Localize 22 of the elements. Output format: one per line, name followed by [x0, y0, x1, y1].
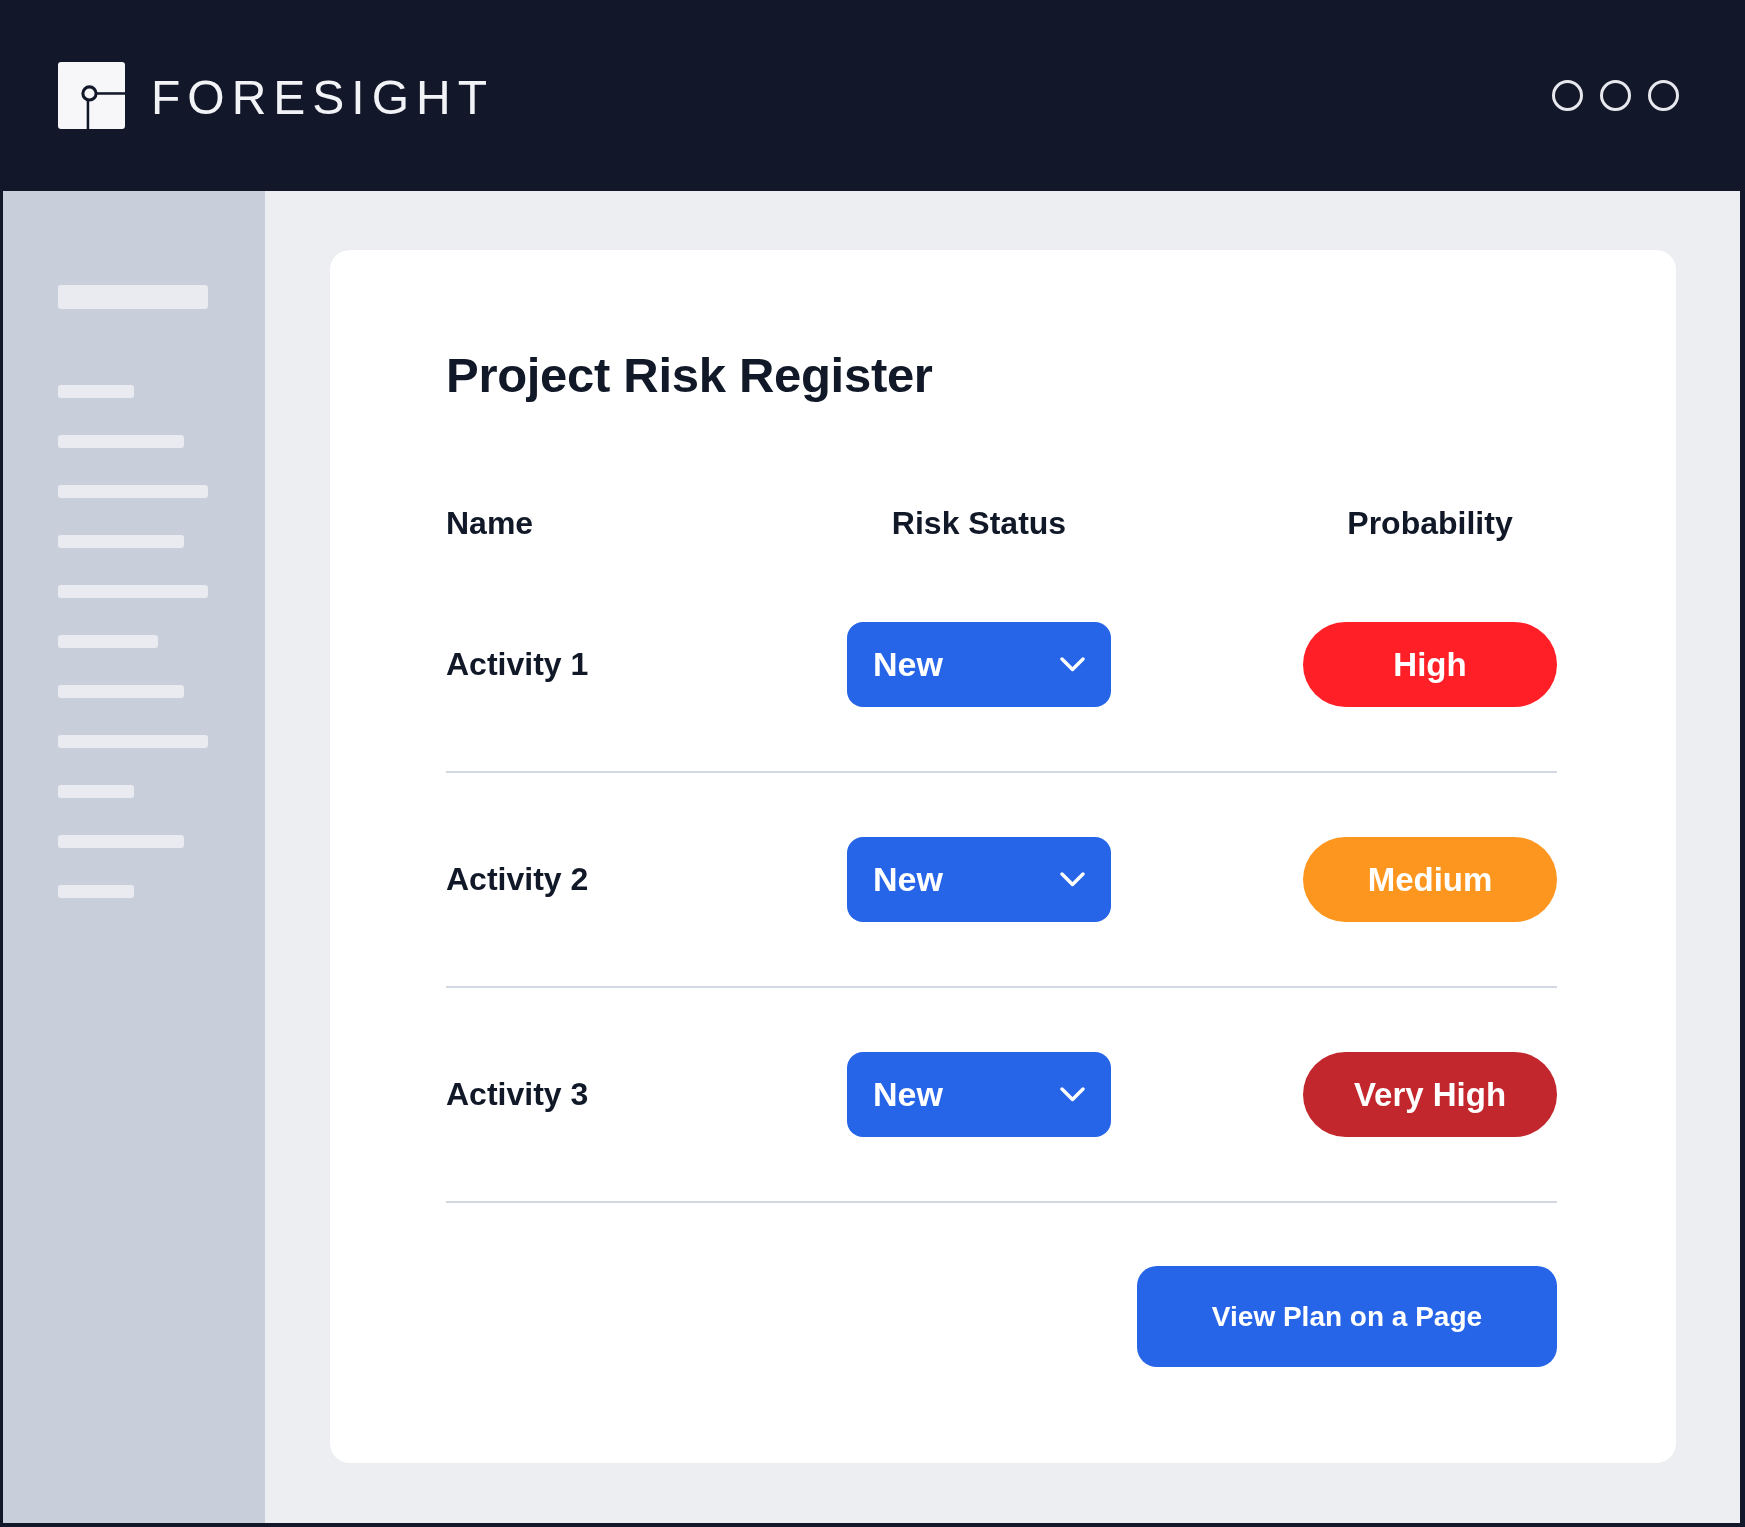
status-dropdown[interactable]: New	[847, 622, 1111, 707]
chevron-down-icon	[1060, 1087, 1085, 1102]
activity-name: Activity 3	[446, 1076, 590, 1113]
page-title: Project Risk Register	[446, 347, 934, 404]
probability-badge: Very High	[1303, 1052, 1557, 1137]
probability-badge: Medium	[1303, 837, 1557, 922]
chevron-down-icon	[1060, 657, 1085, 672]
status-dropdown[interactable]: New	[847, 1052, 1111, 1137]
activity-name: Activity 2	[446, 861, 590, 898]
column-header: Risk Status	[890, 504, 1068, 542]
ring-icon[interactable]	[1600, 80, 1631, 111]
ring-icon[interactable]	[1552, 80, 1583, 111]
activity-name: Activity 1	[446, 646, 590, 683]
column-header: Name	[446, 504, 535, 542]
probability-badge: High	[1303, 622, 1557, 707]
column-header: Probability	[1346, 504, 1514, 542]
chevron-down-icon	[1060, 872, 1085, 887]
ring-icon[interactable]	[1648, 80, 1679, 111]
status-dropdown[interactable]: New	[847, 837, 1111, 922]
logo-icon	[58, 62, 125, 129]
logo-wordmark: FORESIGHT	[151, 73, 494, 122]
view-plan-button[interactable]: View Plan on a Page	[1137, 1266, 1557, 1367]
